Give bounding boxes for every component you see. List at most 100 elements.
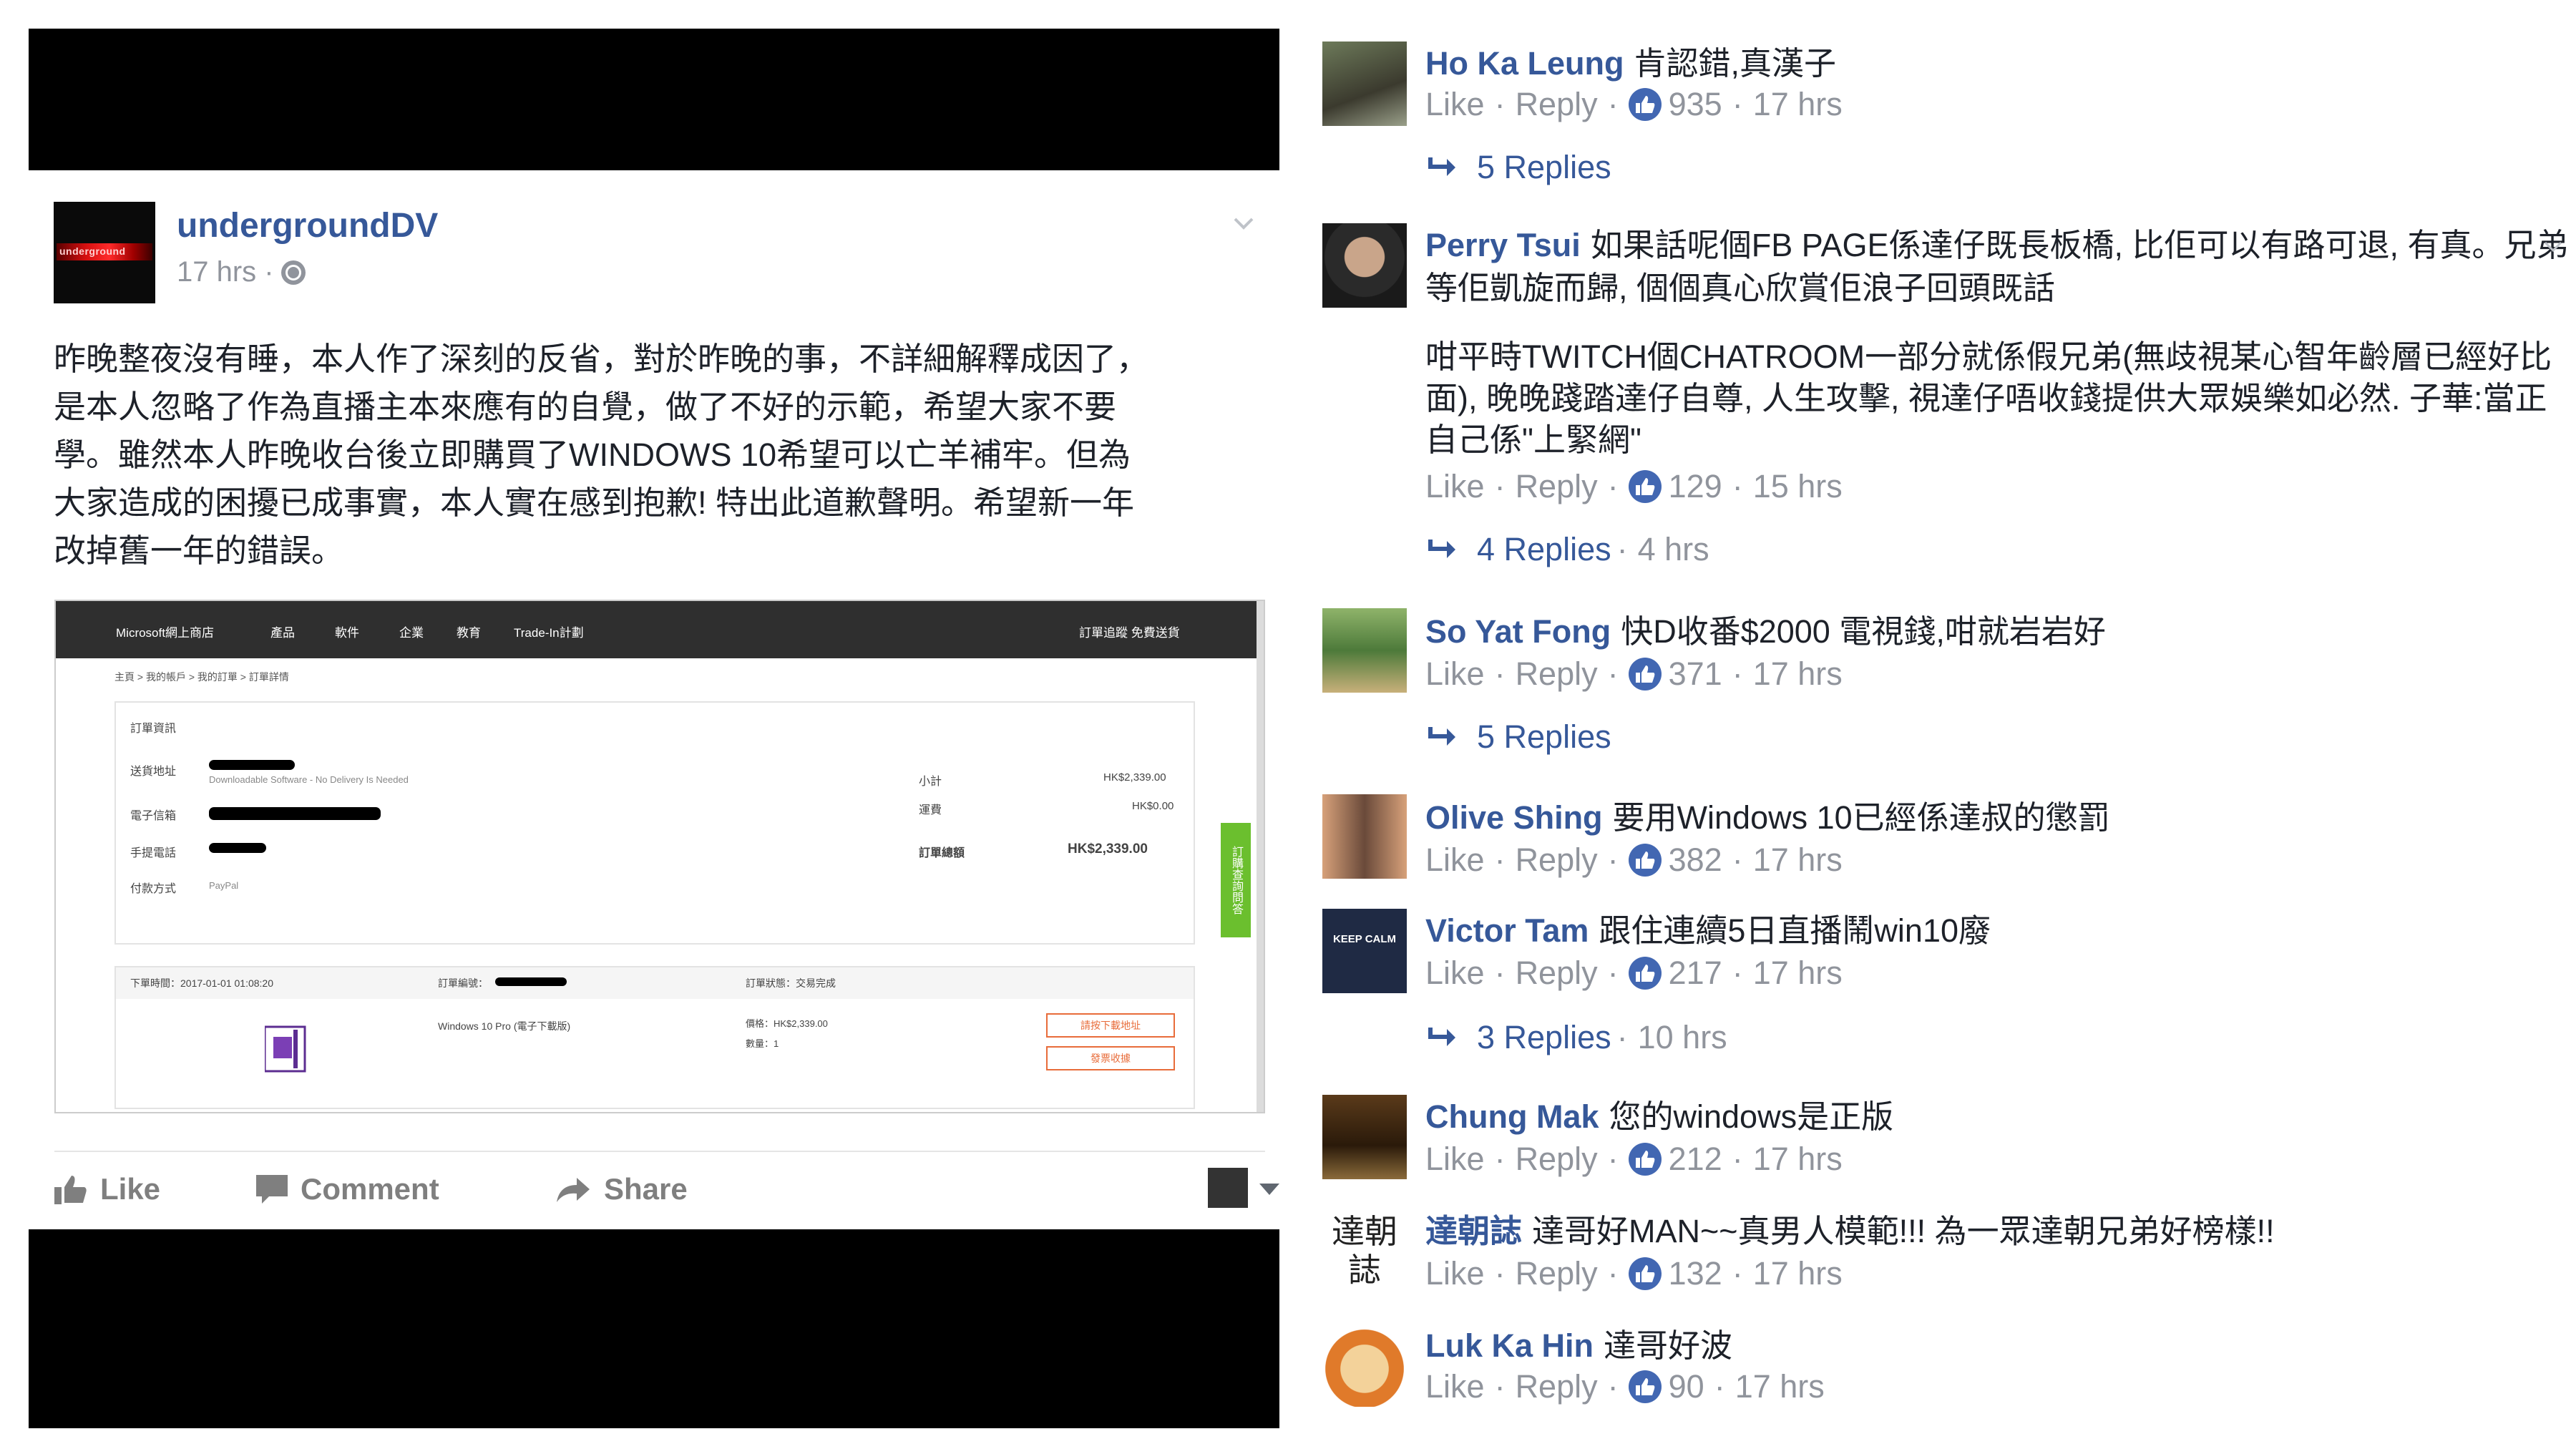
comment-body: 咁平時TWITCH個CHATROOM一部分就係假兄弟(無歧視某心智年齡層已經好比 (1425, 338, 2552, 375)
subtotal-value: HK$2,339.00 (1103, 771, 1166, 784)
comment-time[interactable]: 17 hrs (1753, 841, 1843, 879)
order-screenshot[interactable]: Microsoft網上商店 產品 軟件 企業 教育 Trade-In計劃 訂單追… (54, 600, 1265, 1113)
separator: · (1732, 955, 1743, 991)
avatar[interactable] (1322, 42, 1407, 126)
like-count[interactable]: 217 (1669, 955, 1722, 992)
like-count[interactable]: 132 (1669, 1255, 1722, 1292)
replies-link[interactable]: 5 Replies (1425, 149, 1611, 186)
post-time[interactable]: 17 hrs · (177, 256, 274, 288)
separator: · (1607, 1255, 1619, 1292)
like-count[interactable]: 212 (1669, 1141, 1722, 1178)
separator: · (1607, 955, 1619, 991)
like-count[interactable]: 935 (1669, 86, 1722, 123)
reply-link[interactable]: Reply (1516, 1368, 1598, 1405)
like-link[interactable]: Like (1425, 468, 1485, 505)
comment-time[interactable]: 17 hrs (1753, 86, 1843, 123)
comment-time[interactable]: 17 hrs (1753, 1255, 1843, 1292)
reply-link[interactable]: Reply (1516, 955, 1598, 992)
like-link[interactable]: Like (1425, 955, 1485, 992)
like-count-icon (1628, 957, 1662, 990)
thumbs-up-icon (54, 1176, 87, 1204)
price-line: 價格：HK$2,339.00 (746, 1018, 828, 1029)
comment-time[interactable]: 17 hrs (1753, 955, 1843, 992)
avatar[interactable] (1322, 1095, 1407, 1179)
like-count[interactable]: 129 (1669, 468, 1722, 505)
comment-text: 達朝誌 達哥好MAN~~真男人模範!!! 為一眾達朝兄弟好榜樣!! (1425, 1205, 2275, 1252)
avatar[interactable]: KEEP CALM (1322, 909, 1407, 993)
commenter-name[interactable]: Victor Tam (1425, 912, 1589, 949)
nav-item: 軟件 (335, 626, 359, 640)
like-link[interactable]: Like (1425, 655, 1485, 693)
separator: · (1607, 1368, 1619, 1405)
commenter-name[interactable]: So Yat Fong (1425, 613, 1611, 650)
redaction (495, 977, 567, 986)
like-link[interactable]: Like (1425, 86, 1485, 123)
total-value: HK$2,339.00 (1068, 841, 1148, 857)
commenter-name[interactable]: Luk Ka Hin (1425, 1327, 1594, 1364)
avatar[interactable] (1322, 794, 1407, 879)
reply-link[interactable]: Reply (1516, 1255, 1598, 1292)
reply-link[interactable]: Reply (1516, 655, 1598, 693)
share-button[interactable]: Share (555, 1172, 688, 1206)
reply-link[interactable]: Reply (1516, 841, 1598, 879)
avatar[interactable]: 達朝誌 (1322, 1209, 1407, 1294)
commenter-name[interactable]: 達朝誌 (1425, 1213, 1522, 1249)
reply-link[interactable]: Reply (1516, 1141, 1598, 1178)
comment-actions: Like · Reply · 90 · 17 hrs (1425, 1368, 1825, 1405)
replies-link[interactable]: 3 Replies · 10 hrs (1425, 1019, 1727, 1056)
viewer-avatar[interactable] (1208, 1168, 1248, 1208)
like-count[interactable]: 90 (1669, 1368, 1704, 1405)
avatar[interactable] (1322, 608, 1407, 693)
redaction (209, 807, 381, 820)
payment-value: PayPal (209, 880, 239, 891)
like-count-icon (1628, 88, 1662, 121)
like-link[interactable]: Like (1425, 841, 1485, 879)
post-action-bar: Like Comment Share (54, 1151, 1279, 1216)
chevron-down-icon[interactable] (2542, 235, 2565, 258)
download-button[interactable]: 請按下載地址 (1046, 1013, 1175, 1038)
comment-actions: Like · Reply · 371 · 17 hrs (1425, 655, 1843, 693)
section-title: 訂單資訊 (130, 723, 177, 735)
reply-arrow-icon (1428, 157, 1455, 176)
comment-time[interactable]: 17 hrs (1753, 1141, 1843, 1178)
page-name[interactable]: undergroundDV (177, 206, 438, 245)
like-link[interactable]: Like (1425, 1255, 1485, 1292)
chevron-down-icon[interactable] (1231, 210, 1257, 236)
replies-link[interactable]: 5 Replies (1425, 718, 1611, 756)
receipt-button[interactable]: 發票收據 (1046, 1046, 1175, 1070)
reply-link[interactable]: Reply (1516, 468, 1598, 505)
comment-body: 面), 晚晚踐踏達仔自尊, 人生攻擊, 視達仔唔收錢提供大眾娛樂如必然. 子華:… (1425, 380, 2547, 416)
store-name: Microsoft網上商店 (116, 626, 214, 640)
replies-time: 10 hrs (1637, 1019, 1727, 1055)
comment-time[interactable]: 17 hrs (1753, 655, 1843, 693)
separator: · (1732, 86, 1743, 122)
like-button[interactable]: Like (54, 1172, 160, 1206)
comment-body: 達哥好波 (1604, 1327, 1733, 1364)
commenter-name[interactable]: Ho Ka Leung (1425, 45, 1624, 82)
like-link[interactable]: Like (1425, 1141, 1485, 1178)
commenter-name[interactable]: Olive Shing (1425, 799, 1603, 836)
comment-time[interactable]: 17 hrs (1735, 1368, 1825, 1405)
page-avatar[interactable]: underground (54, 202, 155, 303)
like-link[interactable]: Like (1425, 1368, 1485, 1405)
comment-body: 等佢凱旋而歸, 個個真心欣賞佢浪子回頭既話 (1425, 270, 2056, 306)
avatar[interactable] (1322, 223, 1407, 308)
comment-time[interactable]: 15 hrs (1753, 468, 1843, 505)
like-count-icon (1628, 844, 1662, 877)
commenter-name[interactable]: Chung Mak (1425, 1098, 1599, 1135)
like-count[interactable]: 382 (1669, 841, 1722, 879)
comment-body: 跟住連續5日直播鬧win10廢 (1599, 912, 1991, 949)
comment-text: Olive Shing 要用Windows 10已經係達叔的懲罰 (1425, 791, 2110, 838)
order-info-box: 訂單資訊 送貨地址 電子信箱 手提電話 付款方式 Downloadable So… (114, 701, 1195, 945)
commenter-name[interactable]: Perry Tsui (1425, 227, 1581, 263)
like-count-icon (1628, 1143, 1662, 1176)
reply-link[interactable]: Reply (1516, 86, 1598, 123)
caret-down-icon[interactable] (1259, 1184, 1279, 1195)
avatar[interactable] (1322, 1322, 1407, 1407)
replies-link[interactable]: 4 Replies · 4 hrs (1425, 531, 1709, 568)
like-count[interactable]: 371 (1669, 655, 1722, 693)
comment-button[interactable]: Comment (256, 1172, 439, 1206)
comment-actions: Like · Reply · 132 · 17 hrs (1425, 1255, 1843, 1292)
comment-text: Luk Ka Hin 達哥好波 (1425, 1319, 1732, 1366)
side-help-tab[interactable]: 訂購查詢問答 (1221, 823, 1251, 937)
